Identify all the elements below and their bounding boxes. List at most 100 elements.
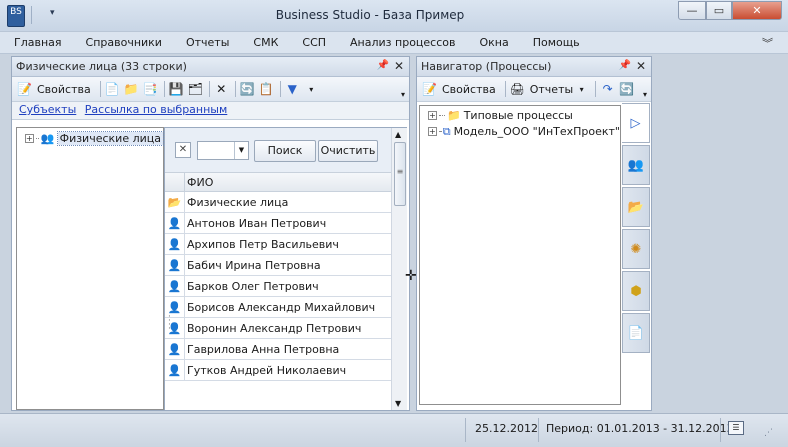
objects-tab-icon[interactable]: ✺	[622, 229, 650, 269]
multi-copy-icon[interactable]: 📋	[258, 81, 275, 98]
menu-qms[interactable]: СМК	[253, 36, 278, 49]
resources-tab-icon[interactable]: ⬢	[622, 271, 650, 311]
status-separator	[720, 418, 721, 442]
people-group-icon: 👥	[40, 131, 55, 145]
clear-filter-icon[interactable]: ✕	[175, 142, 191, 158]
tree-connector	[438, 131, 441, 132]
save-icon[interactable]: 💾	[168, 81, 185, 98]
toolbar-separator	[208, 81, 210, 97]
table-row[interactable]: 👤 Гутков Андрей Николаевич	[165, 360, 391, 381]
column-header-fio[interactable]: ФИО	[185, 173, 213, 191]
row-fio: Антонов Иван Петрович	[187, 217, 327, 230]
table-row[interactable]: 👤 Барков Олег Петрович	[165, 276, 391, 297]
scroll-up-icon[interactable]: ▲	[395, 130, 401, 139]
scroll-thumb[interactable]: ≡	[394, 142, 406, 206]
individuals-panel: Физические лица (33 строки) 📌 ✕ 📝 Свойст…	[11, 56, 410, 411]
reports-tab-icon[interactable]: 📄	[622, 313, 650, 353]
toolbar-overflow-icon[interactable]: ▾	[643, 90, 647, 99]
navigator-panel-title: Навигатор (Процессы)	[421, 60, 552, 73]
chevron-down-icon[interactable]: ▼	[234, 142, 248, 159]
tree-item-model[interactable]: + ⧉ Модель_ООО "ИнТехПроект"	[420, 123, 620, 140]
individuals-panel-header: Физические лица (33 строки) 📌 ✕	[12, 57, 409, 77]
navigator-toolbar: 📝 Свойства 🖨 Отчеты ▾ ↷ 🔄 ▾	[417, 77, 651, 102]
collapse-ribbon-icon[interactable]: ︾	[762, 35, 773, 51]
subjects-tab-icon[interactable]: 👥	[622, 145, 650, 185]
refresh-icon[interactable]: 🔄	[618, 81, 635, 98]
search-button[interactable]: Поиск	[254, 140, 316, 162]
new-folder-icon[interactable]: 📁	[123, 81, 140, 98]
table-row[interactable]: 👤 Борисов Александр Михайлович	[165, 297, 391, 318]
toolbar-separator	[163, 81, 165, 97]
properties-icon[interactable]: 📝	[16, 81, 33, 98]
menu-reports[interactable]: Отчеты	[186, 36, 229, 49]
tree-connector	[439, 115, 445, 116]
mailing-selected-link[interactable]: Рассылка по выбранным	[85, 103, 228, 116]
toolbar-separator	[279, 81, 281, 97]
toolbar-separator	[234, 81, 236, 97]
expand-icon[interactable]: +	[428, 111, 437, 120]
reports-dropdown-icon[interactable]: ▾	[573, 81, 590, 98]
filter-bar: ✕ ▼ Поиск Очистить	[165, 128, 391, 172]
resize-grip-icon[interactable]: ⋰	[764, 428, 773, 438]
tree-item-label: Типовые процессы	[463, 109, 573, 122]
menu-bsc[interactable]: ССП	[302, 36, 326, 49]
maximize-button[interactable]: ▭	[706, 1, 732, 20]
menu-process-analysis[interactable]: Анализ процессов	[350, 36, 455, 49]
documents-tab-icon[interactable]: 📂	[622, 187, 650, 227]
clear-button[interactable]: Очистить	[318, 140, 378, 162]
tree-item-typical-processes[interactable]: + 📁 Типовые процессы	[420, 106, 620, 123]
properties-button[interactable]: Свойства	[442, 83, 496, 96]
print-icon[interactable]: 🖨	[509, 81, 526, 98]
refresh-icon[interactable]: 🔄	[239, 81, 256, 98]
reports-button[interactable]: Отчеты	[530, 83, 573, 96]
table-row[interactable]: 👤 Воронин Александр Петрович	[165, 318, 391, 339]
subjects-link[interactable]: Субъекты	[19, 103, 76, 116]
scroll-down-icon[interactable]: ▼	[395, 399, 401, 408]
save-all-icon[interactable]: 🗂	[187, 81, 204, 98]
copy-icon[interactable]: 📑	[142, 81, 159, 98]
table-row[interactable]: 👤 Архипов Петр Васильевич	[165, 234, 391, 255]
grid-rows: 📂 Физические лица 👤 Антонов Иван Петрович 👤 А…	[165, 192, 391, 381]
row-fio: Борисов Александр Михайлович	[187, 301, 376, 314]
filter-icon[interactable]: ▼	[284, 81, 301, 98]
toolbar-separator	[595, 81, 597, 97]
person-icon: 👤	[165, 276, 185, 296]
redo-icon[interactable]: ↷	[599, 81, 616, 98]
table-row[interactable]: 👤 Антонов Иван Петрович	[165, 213, 391, 234]
row-fio: Гутков Андрей Николаевич	[187, 364, 347, 377]
row-fio: Воронин Александр Петрович	[187, 322, 362, 335]
toolbar-overflow-icon[interactable]: ▾	[401, 90, 405, 99]
minimize-button[interactable]: —	[678, 1, 706, 20]
delete-icon[interactable]: ✕	[213, 81, 230, 98]
close-icon[interactable]: ✕	[636, 59, 646, 73]
filter-combo[interactable]: ▼	[197, 141, 249, 160]
status-bar: 25.12.2012 Период: 01.01.2013 - 31.12.20…	[0, 413, 788, 447]
individuals-tree: + 👥 Физические лица	[16, 127, 165, 410]
filter-dropdown-icon[interactable]: ▾	[303, 81, 320, 98]
menu-home[interactable]: Главная	[14, 36, 62, 49]
table-row[interactable]: 👤 Бабич Ирина Петровна	[165, 255, 391, 276]
table-row[interactable]: 👤 Гаврилова Анна Петровна	[165, 339, 391, 360]
table-row[interactable]: 📂 Физические лица	[165, 192, 391, 213]
menu-items: Главная Справочники Отчеты СМК ССП Анали…	[14, 36, 604, 49]
menu-windows[interactable]: Окна	[479, 36, 508, 49]
person-icon: 👤	[165, 213, 185, 233]
status-list-icon[interactable]: ☰	[728, 421, 744, 435]
processes-tab-icon[interactable]: ▷	[622, 103, 650, 143]
status-period[interactable]: Период: 01.01.2013 - 31.12.2013	[546, 422, 734, 435]
splitter-grip[interactable]: · · · ·	[168, 313, 171, 334]
expand-icon[interactable]: +	[25, 133, 34, 143]
tree-item-individuals[interactable]: + 👥 Физические лица	[17, 128, 165, 146]
new-item-icon[interactable]: 📄	[104, 81, 121, 98]
close-icon[interactable]: ✕	[394, 59, 404, 73]
pin-icon[interactable]: 📌	[619, 60, 631, 71]
properties-button[interactable]: Свойства	[37, 83, 91, 96]
menu-references[interactable]: Справочники	[86, 36, 162, 49]
menu-help[interactable]: Помощь	[533, 36, 580, 49]
person-icon: 👤	[165, 339, 185, 359]
properties-icon[interactable]: 📝	[421, 81, 438, 98]
close-window-button[interactable]: ✕	[732, 1, 782, 20]
title-bar: BS ▾ Business Studio - База Пример — ▭ ✕	[0, 0, 788, 32]
pin-icon[interactable]: 📌	[377, 60, 389, 71]
expand-icon[interactable]: +	[428, 127, 437, 136]
